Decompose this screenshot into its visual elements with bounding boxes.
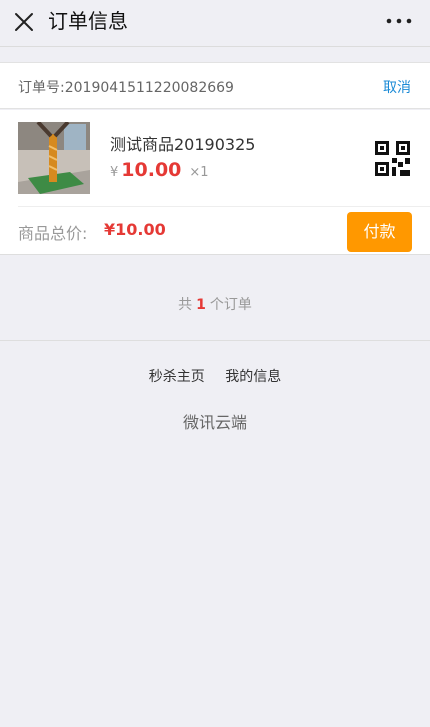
product-price: 10.00 [121, 159, 182, 181]
total-value: ¥10.00 [104, 220, 166, 239]
footer-link-seckill-home[interactable]: 秒杀主页 [149, 369, 205, 385]
order-header: 订单号:2019041511220082669 取消 [0, 62, 430, 109]
product-price-row: ¥10.00 ×1 [110, 157, 209, 183]
more-dots-icon[interactable] [386, 16, 412, 26]
order-count: 共 1 个订单 [0, 294, 430, 314]
order-divider [18, 206, 430, 207]
product-name[interactable]: 测试商品20190325 [110, 131, 255, 155]
qr-code-icon[interactable] [375, 141, 410, 176]
product-quantity: ×1 [189, 165, 209, 180]
order-number-value: 2019041511220082669 [64, 80, 234, 96]
footer-brand: 微讯云端 [182, 413, 247, 432]
order-card: 测试商品20190325 ¥10.00 ×1 商品总价: ¥10.00 付款 [0, 110, 430, 255]
order-count-suffix: 个订单 [209, 297, 252, 313]
total-label: 商品总价: [18, 224, 88, 243]
close-icon[interactable] [12, 10, 36, 34]
footer-divider [0, 340, 430, 341]
product-thumbnail[interactable] [18, 122, 90, 194]
cancel-order-link[interactable]: 取消 [383, 77, 411, 97]
order-number-label: 订单号: [18, 80, 65, 96]
footer-link-my-info[interactable]: 我的信息 [225, 369, 281, 385]
title-bar: 订单信息 [0, 0, 430, 47]
currency-symbol: ¥ [110, 165, 119, 180]
order-count-number: 1 [196, 297, 206, 313]
order-count-prefix: 共 [178, 297, 193, 313]
pay-button[interactable]: 付款 [347, 212, 412, 252]
footer-links: 秒杀主页 我的信息 [0, 366, 430, 386]
order-number: 订单号:2019041511220082669 [18, 77, 234, 97]
page-title: 订单信息 [48, 9, 128, 33]
